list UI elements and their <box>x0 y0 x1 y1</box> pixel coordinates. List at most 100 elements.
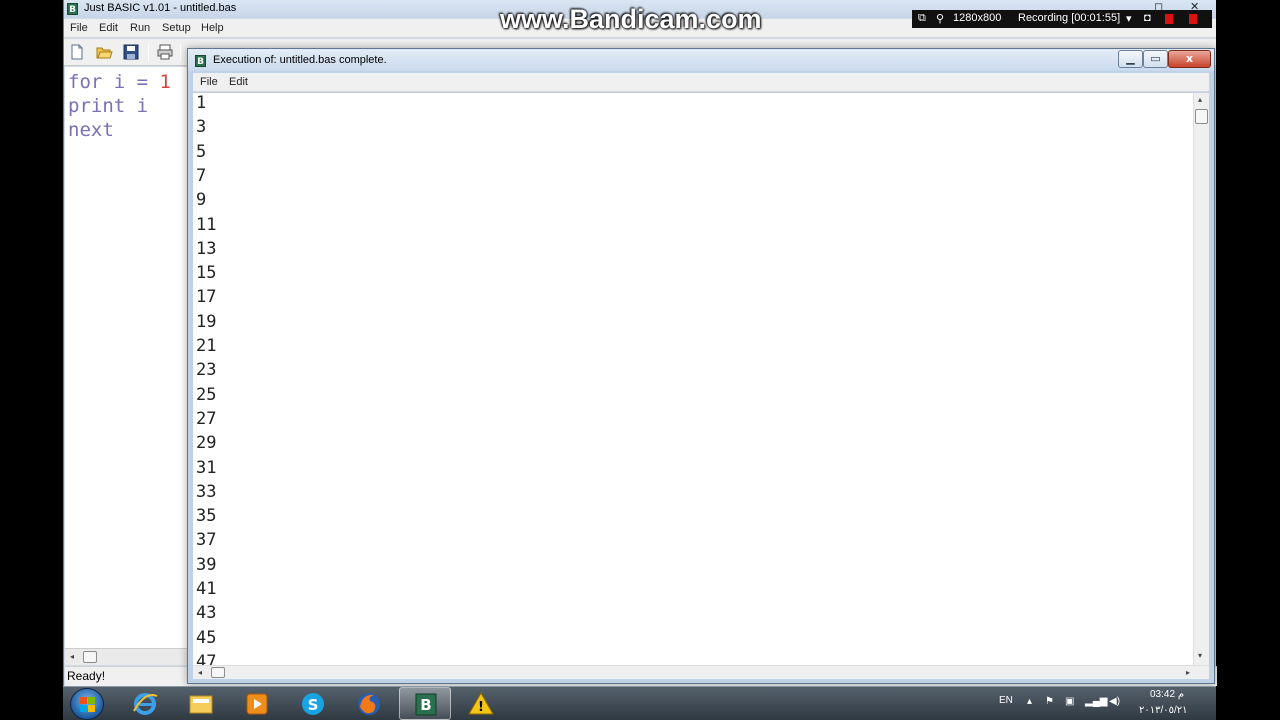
svg-text:S: S <box>308 696 319 714</box>
editor-line: next <box>68 119 114 141</box>
window-mode-icon[interactable]: ⧉ <box>918 12 926 25</box>
stop-icon[interactable] <box>1189 14 1197 24</box>
taskbar-skype[interactable]: S <box>287 687 339 720</box>
close-button[interactable]: x <box>1168 50 1211 68</box>
menu-edit[interactable]: Edit <box>99 22 118 34</box>
output-horizontal-scrollbar[interactable]: ◂ ▸ <box>193 665 1209 679</box>
exec-menu-edit[interactable]: Edit <box>229 76 248 88</box>
output-line: 25 <box>196 384 217 405</box>
scroll-down-arrow-icon[interactable]: ▾ <box>1198 651 1202 660</box>
maximize-icon: ▭ <box>1150 52 1161 65</box>
number-token: 1 <box>159 71 171 93</box>
editor-horizontal-scrollbar[interactable]: ◂ <box>65 648 188 665</box>
camera-icon[interactable]: ◘ <box>1144 12 1151 24</box>
maximize-button[interactable]: ▭ <box>1143 50 1168 68</box>
resolution-text: 1280x800 <box>953 12 1002 24</box>
scroll-thumb[interactable] <box>83 651 97 663</box>
taskbar-warning-app[interactable]: ! <box>455 687 507 720</box>
exec-title-bar[interactable]: B Execution of: untitled.bas complete. ▁… <box>188 49 1214 71</box>
scroll-left-arrow-icon[interactable]: ◂ <box>198 668 202 677</box>
pause-icon[interactable] <box>1165 14 1173 24</box>
scroll-up-arrow-icon[interactable]: ▴ <box>1198 95 1202 104</box>
main-window-title: Just BASIC v1.01 - untitled.bas <box>84 2 237 14</box>
menu-setup[interactable]: Setup <box>162 22 191 34</box>
right-letterbox <box>1216 0 1280 720</box>
program-output[interactable]: 1 3 5 7 9 11 13 15 17 19 21 23 25 27 29 31 33 35 37 39 41 43 4… <box>193 93 1193 665</box>
output-line: 45 <box>196 627 217 648</box>
svg-text:B: B <box>420 696 431 714</box>
scroll-thumb[interactable] <box>211 667 225 678</box>
status-text: Ready! <box>67 669 106 683</box>
search-icon[interactable]: ⚲ <box>936 12 944 25</box>
output-line: 23 <box>196 360 217 381</box>
output-line: 47 <box>196 651 217 665</box>
open-folder-icon[interactable] <box>95 43 113 61</box>
new-file-icon[interactable] <box>68 43 86 61</box>
action-center-icon[interactable]: ⚑ <box>1045 696 1054 707</box>
exec-menu-file[interactable]: File <box>200 76 218 88</box>
editor-line: print i <box>68 95 148 117</box>
print-icon[interactable] <box>156 43 174 61</box>
just-basic-icon: B <box>415 693 437 716</box>
toolbar-separator <box>148 44 149 61</box>
output-line: 15 <box>196 263 217 284</box>
code-token: i <box>125 95 149 117</box>
just-basic-app-icon: B <box>195 55 206 67</box>
show-hidden-icons-icon[interactable]: ▴ <box>1027 696 1032 707</box>
code-editor[interactable]: for i = 1 print i next <box>65 67 188 648</box>
system-tray: EN ▴ ⚑ ▣ ▂▄▆ ◀) 03:42 م ٢٠١٣/٠٥/٢١ <box>993 687 1216 720</box>
scroll-left-arrow-icon[interactable]: ◂ <box>70 652 74 661</box>
network-signal-icon[interactable]: ▂▄▆ <box>1085 696 1107 707</box>
firefox-icon <box>358 693 380 715</box>
recording-toolbar: ⧉ ⚲ 1280x800 Recording [00:01:55] ▾ ◘ <box>912 10 1212 28</box>
keyword-token: for <box>68 71 103 93</box>
clock-time[interactable]: 03:42 م <box>1150 689 1184 700</box>
clock-date[interactable]: ٢٠١٣/٠٥/٢١ <box>1139 705 1188 716</box>
output-line: 27 <box>196 408 217 429</box>
execution-window: B Execution of: untitled.bas complete. ▁… <box>187 48 1215 684</box>
output-line: 11 <box>196 214 217 235</box>
chevron-down-icon[interactable]: ▾ <box>1126 12 1132 25</box>
media-player-icon <box>246 693 268 715</box>
keyword-token: print <box>68 95 126 117</box>
internet-explorer-icon <box>133 693 158 715</box>
language-indicator[interactable]: EN <box>999 695 1013 706</box>
output-line: 39 <box>196 554 217 575</box>
output-line: 9 <box>196 190 207 211</box>
windows-taskbar: S B ! EN ▴ ⚑ ▣ ▂▄▆ ◀) 03:42 م ٢٠١٣/٠٥/٢١ <box>63 686 1216 720</box>
output-vertical-scrollbar[interactable]: ▴ ▾ <box>1193 93 1209 665</box>
taskbar-explorer[interactable] <box>175 687 227 720</box>
bandicam-watermark: www.Bandicam.com <box>500 4 762 34</box>
taskbar-just-basic[interactable]: B <box>399 687 451 720</box>
skype-icon: S <box>302 693 324 715</box>
menu-run[interactable]: Run <box>130 22 150 34</box>
exec-menu-bar: File Edit <box>193 73 1209 92</box>
screen: B Just BASIC v1.01 - untitled.bas ◻ ✕ Fi… <box>0 0 1280 720</box>
just-basic-app-icon: B <box>67 3 78 15</box>
scroll-right-arrow-icon[interactable]: ▸ <box>1186 668 1190 677</box>
menu-help[interactable]: Help <box>201 22 224 34</box>
taskbar-media-player[interactable] <box>231 687 283 720</box>
folder-icon <box>189 695 213 714</box>
menu-file[interactable]: File <box>70 22 88 34</box>
output-line: 1 <box>196 93 207 113</box>
taskbar-firefox[interactable] <box>343 687 395 720</box>
minimize-button[interactable]: ▁ <box>1118 50 1143 68</box>
device-icon[interactable]: ▣ <box>1065 696 1074 707</box>
warning-icon: ! <box>468 691 494 715</box>
output-line: 33 <box>196 481 217 502</box>
windows-logo-icon <box>80 697 95 712</box>
left-letterbox <box>0 0 63 720</box>
taskbar-ie[interactable] <box>119 687 171 720</box>
toolbar-separator <box>180 44 181 61</box>
start-button[interactable] <box>70 688 104 720</box>
editor-line: for i = 1 <box>68 71 171 93</box>
output-line: 7 <box>196 165 207 186</box>
volume-icon[interactable]: ◀) <box>1109 696 1120 707</box>
output-line: 13 <box>196 238 217 259</box>
output-line: 17 <box>196 287 217 308</box>
output-line: 3 <box>196 117 207 138</box>
output-line: 19 <box>196 311 217 332</box>
scroll-thumb[interactable] <box>1195 109 1208 124</box>
save-icon[interactable] <box>122 43 140 61</box>
